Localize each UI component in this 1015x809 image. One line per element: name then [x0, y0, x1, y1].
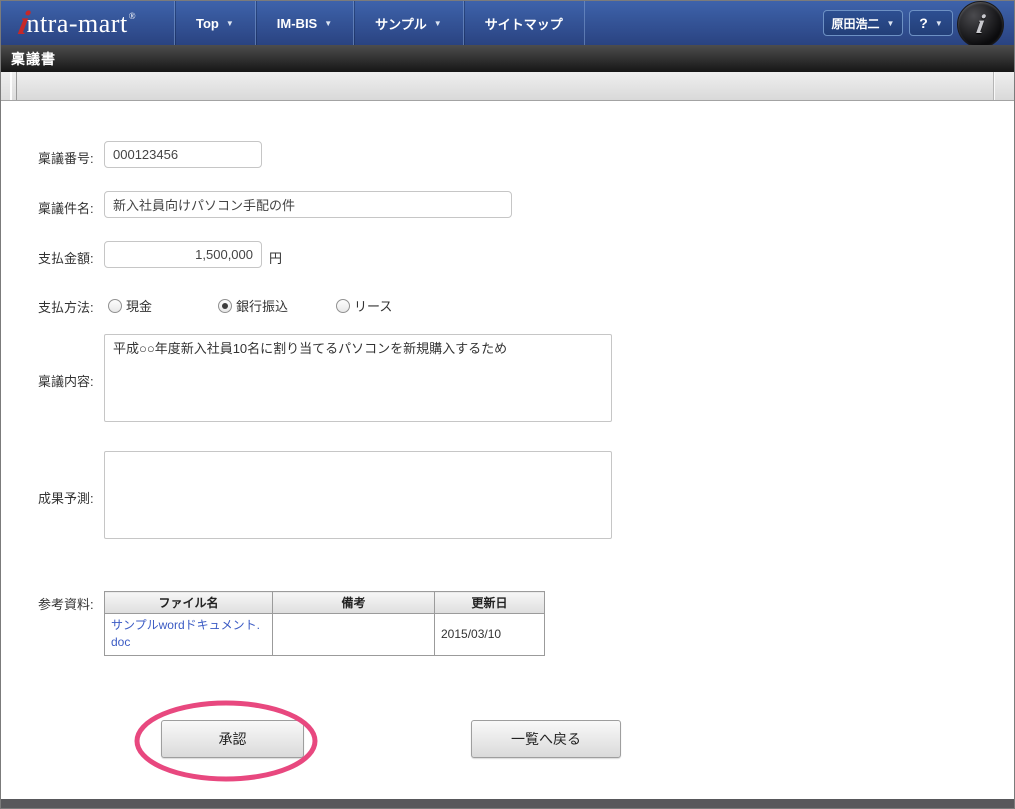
updated-cell: 2015/03/10 [435, 614, 545, 656]
menu-item-label: サンプル [375, 14, 427, 33]
radio-button-icon [336, 299, 350, 313]
top-navbar: intra-mart® Top ▼ IM-BIS ▼ サンプル ▼ サイトマップ… [1, 1, 1014, 46]
menu-item-label: IM-BIS [277, 16, 317, 31]
radio-bank-transfer[interactable]: 銀行振込 [218, 296, 288, 315]
column-header-updated: 更新日 [435, 592, 545, 614]
toolbar-strip [1, 72, 1014, 101]
attachments-label: 参考資料: [38, 594, 102, 613]
chevron-down-icon: ▼ [887, 19, 895, 28]
chevron-down-icon: ▼ [226, 19, 234, 28]
menu-item-im-bis[interactable]: IM-BIS ▼ [255, 1, 353, 45]
payment-amount-label: 支払金額: [38, 248, 102, 267]
intra-mart-logo[interactable]: intra-mart® [19, 4, 136, 44]
menu-item-sample[interactable]: サンプル ▼ [353, 1, 463, 45]
ringi-content-label: 稟議内容: [38, 371, 102, 390]
radio-label: 現金 [126, 296, 152, 315]
splitter-handle[interactable] [1, 72, 17, 100]
back-to-list-button[interactable]: 一覧へ戻る [471, 720, 621, 758]
radio-button-icon [218, 299, 232, 313]
file-link[interactable]: サンプルwordドキュメント.doc [111, 618, 260, 649]
help-label: ? [919, 15, 928, 31]
column-header-filename: ファイル名 [105, 592, 273, 614]
radio-lease[interactable]: リース [336, 296, 392, 315]
brand-i-glyph: i [974, 9, 987, 40]
user-menu-button[interactable]: 原田浩二 ▼ [823, 10, 903, 36]
approve-button[interactable]: 承認 [161, 720, 304, 758]
strip-divider [993, 72, 994, 100]
menu-item-top[interactable]: Top ▼ [174, 1, 255, 45]
result-forecast-label: 成果予測: [38, 488, 102, 507]
chevron-down-icon: ▼ [434, 19, 442, 28]
ringi-content-textarea[interactable]: 平成○○年度新入社員10名に割り当てるパソコンを新規購入するため [104, 334, 612, 422]
attachments-table: ファイル名 備考 更新日 サンプルwordドキュメント.doc 2015/03/… [104, 591, 545, 656]
user-name: 原田浩二 [832, 15, 880, 32]
payment-method-group: 現金 銀行振込 リース [108, 296, 392, 315]
payment-method-label: 支払方法: [38, 297, 102, 316]
chevron-down-icon: ▼ [935, 19, 943, 28]
currency-unit-label: 円 [269, 248, 282, 267]
logo-text: ntra-mart [26, 9, 127, 39]
radio-label: 銀行振込 [236, 296, 288, 315]
title-bar: 稟議書 [1, 45, 1014, 72]
registered-mark: ® [129, 11, 136, 21]
help-menu-button[interactable]: ? ▼ [909, 10, 953, 36]
column-header-note: 備考 [273, 592, 435, 614]
bottom-status-bar [1, 799, 1014, 808]
radio-cash[interactable]: 現金 [108, 296, 152, 315]
main-menu: Top ▼ IM-BIS ▼ サンプル ▼ サイトマップ [174, 1, 585, 45]
menu-item-label: Top [196, 16, 219, 31]
menu-item-sitemap[interactable]: サイトマップ [463, 1, 585, 45]
menu-item-label: サイトマップ [485, 14, 563, 33]
application-window: intra-mart® Top ▼ IM-BIS ▼ サンプル ▼ サイトマップ… [0, 0, 1015, 809]
chevron-down-icon: ▼ [324, 19, 332, 28]
ringi-title-input[interactable] [104, 191, 512, 218]
radio-label: リース [354, 296, 392, 315]
page-title: 稟議書 [1, 49, 56, 69]
table-header-row: ファイル名 備考 更新日 [105, 592, 545, 614]
intra-mart-badge-icon[interactable]: i [957, 1, 1004, 48]
result-forecast-textarea[interactable] [104, 451, 612, 539]
radio-button-icon [108, 299, 122, 313]
note-cell [273, 614, 435, 656]
payment-amount-input[interactable] [104, 241, 262, 268]
ringi-number-input[interactable] [104, 141, 262, 168]
filename-cell: サンプルwordドキュメント.doc [105, 614, 273, 656]
ringi-title-label: 稟議件名: [38, 198, 102, 217]
ringi-number-label: 稟議番号: [38, 148, 102, 167]
table-row: サンプルwordドキュメント.doc 2015/03/10 [105, 614, 545, 656]
